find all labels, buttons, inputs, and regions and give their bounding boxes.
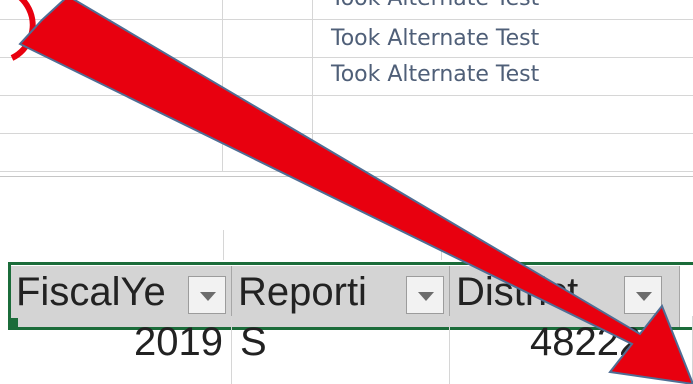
red-arrow-annotation xyxy=(18,0,693,384)
red-circle-annotation xyxy=(10,0,36,61)
annotation-overlay xyxy=(10,0,693,384)
